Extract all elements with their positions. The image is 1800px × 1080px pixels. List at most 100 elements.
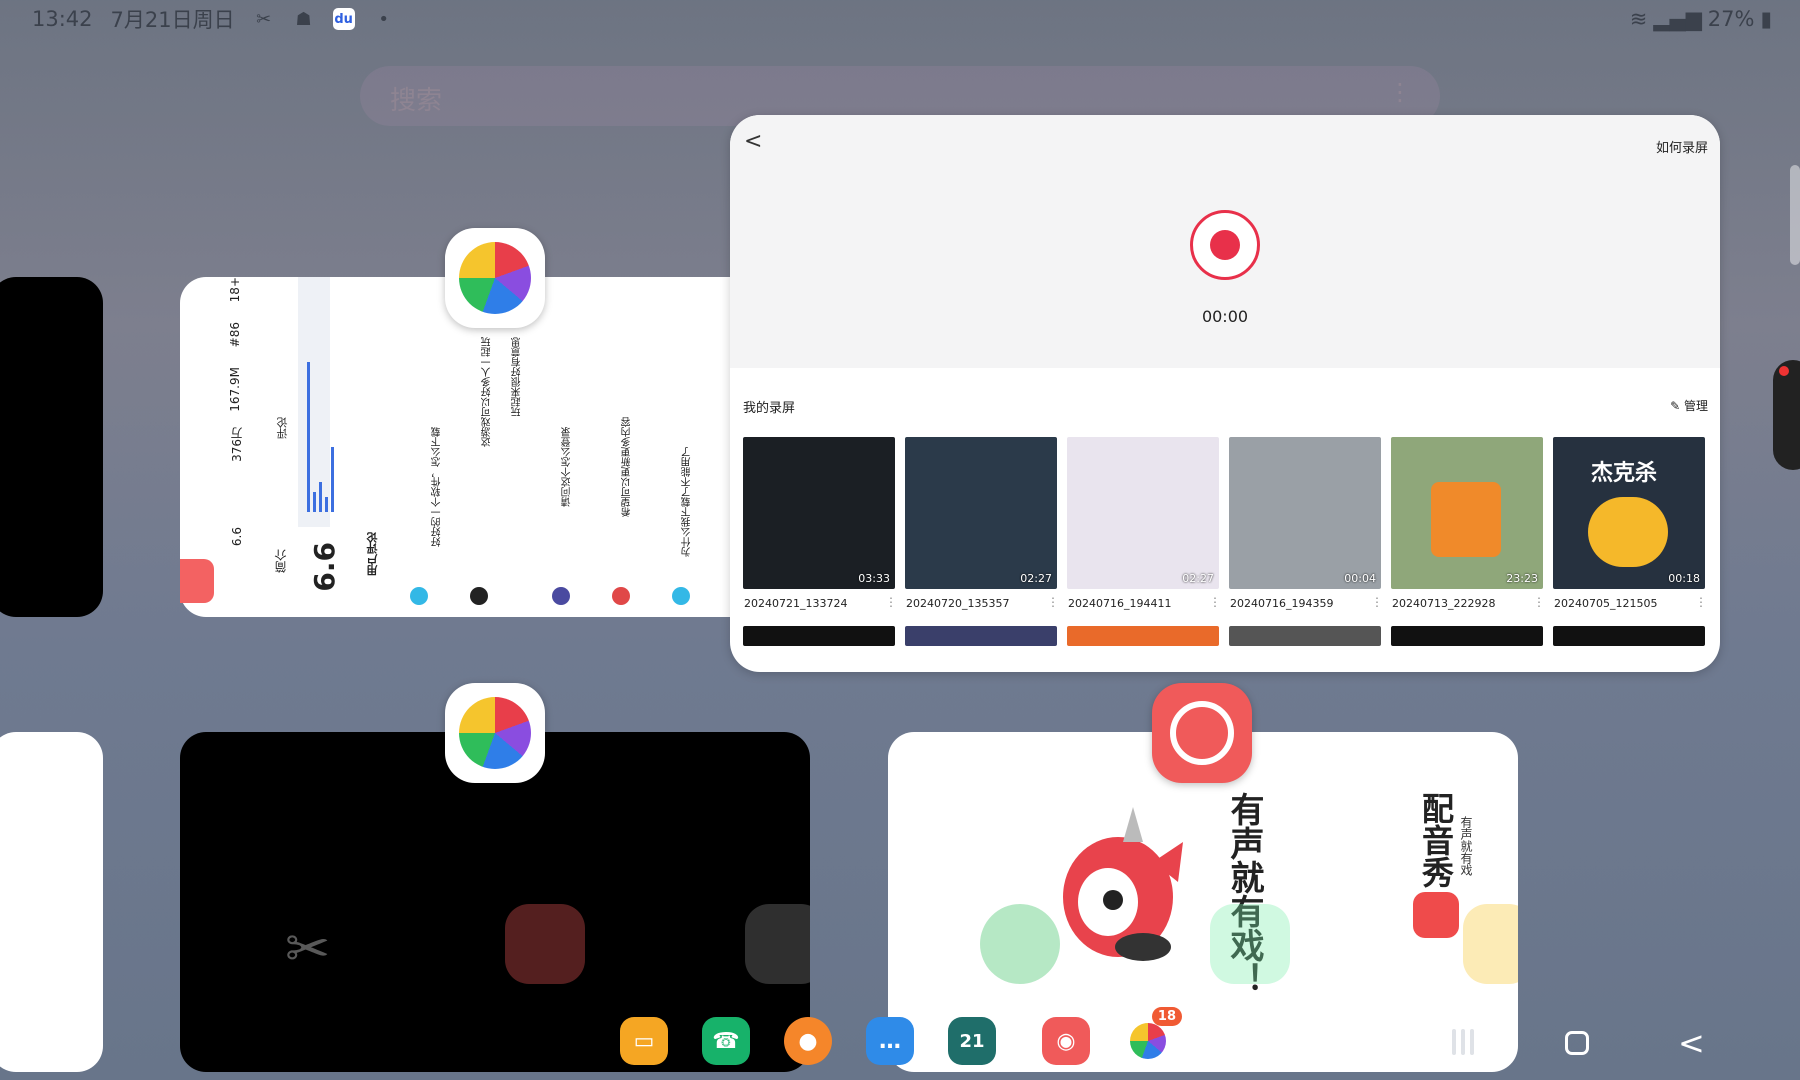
recording-duration: 02:27 <box>1020 572 1052 585</box>
status-date: 7月21日周日 <box>110 8 235 32</box>
avatar <box>552 587 570 605</box>
dot-icon: • <box>378 8 389 30</box>
avatar <box>672 587 690 605</box>
phone-app-icon[interactable]: ☎ <box>702 1017 750 1065</box>
voice-show-icon <box>505 904 585 984</box>
stat-age: 18+ <box>228 277 242 303</box>
avatar <box>612 587 630 605</box>
avatar <box>470 587 488 605</box>
recording-duration: 00:04 <box>1344 572 1376 585</box>
recent-app-card-partial-top[interactable] <box>0 277 103 617</box>
rating-bar <box>319 482 322 512</box>
calendar-app-icon[interactable]: 21 <box>948 1017 996 1065</box>
recording-thumbnail[interactable]: 23:23 <box>1391 437 1543 589</box>
search-placeholder: 搜索 <box>390 86 443 116</box>
recording-thumbnail[interactable]: 00:04 <box>1229 437 1381 589</box>
avatar <box>410 587 428 605</box>
status-bar-right: ≋ ▂▄▆ 27% ▮ <box>1630 6 1772 32</box>
more-options-icon[interactable]: ⋮ <box>1388 78 1412 106</box>
recording-menu-icon[interactable]: ⋮ <box>1209 595 1221 609</box>
status-bar: 13:42 7月21日周日 ✂ ☗ du • <box>32 6 395 32</box>
recording-thumbnail[interactable] <box>1067 626 1219 646</box>
review-line: 请问这个怎么登录 <box>562 427 573 507</box>
recording-thumbnail[interactable]: 杰克杀 00:18 <box>1553 437 1705 589</box>
recording-name: 20240713_222928 <box>1392 597 1496 610</box>
microphone-icon <box>1170 701 1234 765</box>
thumb-graphic <box>1588 497 1668 567</box>
recording-thumbnail[interactable] <box>1553 626 1705 646</box>
dock-divider <box>1033 1025 1035 1057</box>
files-app-icon[interactable]: ▭ <box>620 1017 668 1065</box>
my-recordings-title: 我的录屏 <box>743 401 796 416</box>
recents-button[interactable] <box>1452 1029 1480 1055</box>
wifi-icon: ≋ <box>1629 7 1648 31</box>
capcut-icon: ✂ <box>285 917 331 980</box>
battery-icon: ▮ <box>1760 7 1772 31</box>
review-line: 为什么我下载了不能用了 <box>682 447 693 557</box>
voice-show-app-icon[interactable]: ◉ <box>1042 1017 1090 1065</box>
screen-recorder-window[interactable]: < 如何录屏 00:00 我的录屏 ✎ 管理 03:33 02:27 02:27… <box>730 115 1720 672</box>
notification-badge: 18 <box>1151 1007 1182 1026</box>
home-button[interactable] <box>1565 1031 1589 1055</box>
phone-glyph: ☎ <box>712 1028 740 1054</box>
recording-name: 20240716_194359 <box>1230 597 1334 610</box>
recording-thumbnail[interactable] <box>1391 626 1543 646</box>
recording-thumbnail[interactable] <box>743 626 895 646</box>
recording-name: 20240716_194411 <box>1068 597 1172 610</box>
recent-app-card-partial-bottom[interactable] <box>0 732 103 1072</box>
recording-duration: 03:33 <box>858 572 890 585</box>
recording-indicator-dot <box>1779 366 1789 376</box>
signal-icon: ▂▄▆ <box>1653 7 1702 31</box>
voice-brand-subtitle: 有声就有戏 <box>1459 816 1473 876</box>
messages-glyph: … <box>879 1028 901 1054</box>
review-line: 希望可以更新更多内容 <box>622 417 633 517</box>
android-icon: ☗ <box>295 8 312 30</box>
review-line: 这游戏可以好多人一起玩 <box>482 337 493 447</box>
recording-menu-icon[interactable]: ⋮ <box>1371 595 1383 609</box>
app-store-card-icon[interactable] <box>445 683 545 783</box>
app-store-app-icon[interactable]: 18 <box>1124 1007 1182 1065</box>
calendar-glyph: 21 <box>959 1030 985 1052</box>
back-button[interactable]: < <box>744 129 762 154</box>
chart-column <box>298 277 330 527</box>
contacts-app-icon[interactable]: ● <box>784 1017 832 1065</box>
recording-duration: 02:27 <box>1182 572 1214 585</box>
app-store-card-icon[interactable] <box>445 228 545 328</box>
recording-menu-icon[interactable]: ⋮ <box>1533 595 1545 609</box>
stat-downloads: 376万 <box>230 427 244 462</box>
voice-show-logo-icon <box>1413 892 1459 938</box>
edge-panel[interactable] <box>1773 360 1800 470</box>
mascot-illustration <box>1063 807 1183 961</box>
intro-label: 简介 <box>274 549 288 573</box>
files-glyph: ▭ <box>633 1028 655 1054</box>
recording-thumbnail[interactable] <box>1229 626 1381 646</box>
recording-menu-icon[interactable]: ⋮ <box>1047 595 1059 609</box>
edge-panel-handle[interactable] <box>1790 165 1800 265</box>
contacts-glyph: ● <box>798 1028 818 1054</box>
manage-button[interactable]: ✎ 管理 <box>1670 397 1708 414</box>
recording-thumbnail[interactable]: 03:33 <box>743 437 895 589</box>
voice-brand-title: 配音秀 <box>1417 792 1455 888</box>
app-store-icon <box>459 242 531 314</box>
back-nav-button[interactable]: < <box>1678 1024 1705 1062</box>
status-time: 13:42 <box>32 7 93 31</box>
voice-show-glyph: ◉ <box>1056 1028 1076 1054</box>
app-store-icon <box>1463 904 1518 984</box>
how-to-record-link[interactable]: 如何录屏 <box>1656 137 1708 156</box>
recording-menu-icon[interactable]: ⋮ <box>885 595 897 609</box>
recording-thumbnail[interactable] <box>905 626 1057 646</box>
record-button[interactable] <box>1190 210 1260 280</box>
recording-thumbnail[interactable]: 02:27 <box>905 437 1057 589</box>
rating-bar <box>307 362 310 512</box>
recording-name: 20240720_135357 <box>906 597 1010 610</box>
recording-thumbnail[interactable]: 02:27 <box>1067 437 1219 589</box>
recording-duration: 23:23 <box>1506 572 1538 585</box>
thumb-title: 杰克杀 <box>1591 461 1658 486</box>
stat-size: 167.9M <box>228 367 242 412</box>
rating-bar <box>313 492 316 512</box>
wechat-icon <box>980 904 1060 984</box>
voice-show-card-icon[interactable] <box>1152 683 1252 783</box>
recording-menu-icon[interactable]: ⋮ <box>1695 595 1707 609</box>
recent-app-card-app-store[interactable]: 6.6 376万 167.9M #86 18+ 简介 评论 6.6 用户评论 好… <box>180 277 740 617</box>
messages-app-icon[interactable]: … <box>866 1017 914 1065</box>
